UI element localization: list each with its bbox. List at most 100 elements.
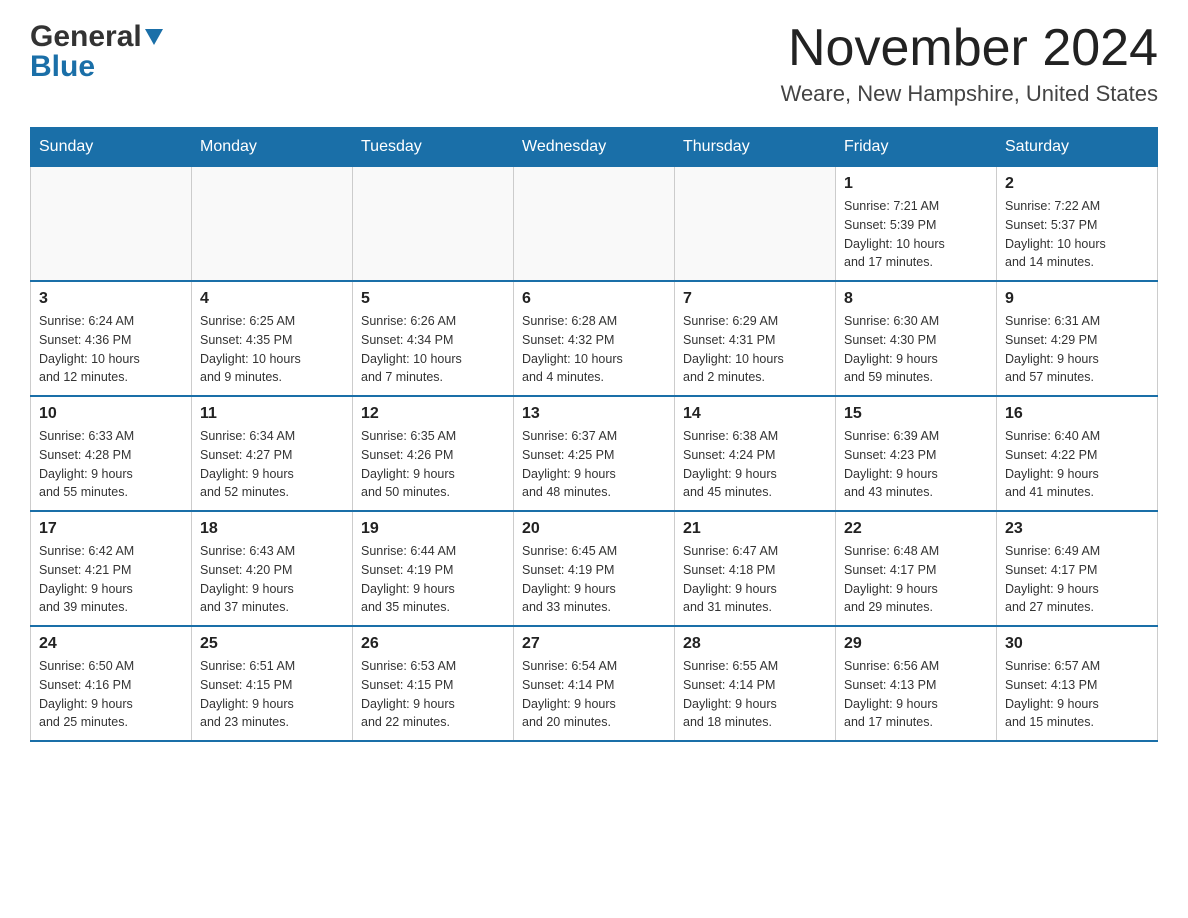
day-number: 24 [39, 635, 183, 653]
calendar-cell: 26 Sunrise: 6:53 AMSunset: 4:15 PMDayligh… [353, 626, 514, 741]
day-of-week-header: Friday [836, 128, 997, 167]
day-number: 27 [522, 635, 666, 653]
day-number: 19 [361, 520, 505, 538]
day-info: Sunrise: 6:45 AMSunset: 4:19 PMDaylight:… [522, 542, 666, 617]
day-of-week-header: Monday [192, 128, 353, 167]
calendar-week-row: 1 Sunrise: 7:21 AMSunset: 5:39 PMDaylight… [31, 167, 1158, 282]
day-info: Sunrise: 6:42 AMSunset: 4:21 PMDaylight:… [39, 542, 183, 617]
calendar-cell: 12 Sunrise: 6:35 AMSunset: 4:26 PMDayligh… [353, 396, 514, 511]
calendar-week-row: 17 Sunrise: 6:42 AMSunset: 4:21 PMDayligh… [31, 511, 1158, 626]
day-number: 26 [361, 635, 505, 653]
logo-triangle-icon [145, 29, 163, 50]
day-info: Sunrise: 6:54 AMSunset: 4:14 PMDaylight:… [522, 657, 666, 732]
calendar-cell [514, 167, 675, 282]
day-number: 15 [844, 405, 988, 423]
day-number: 6 [522, 290, 666, 308]
day-info: Sunrise: 6:49 AMSunset: 4:17 PMDaylight:… [1005, 542, 1149, 617]
calendar-cell: 8Sunrise: 6:30 AMSunset: 4:30 PMDaylight… [836, 281, 997, 396]
day-number: 12 [361, 405, 505, 423]
calendar-cell [192, 167, 353, 282]
day-number: 2 [1005, 175, 1149, 193]
day-number: 18 [200, 520, 344, 538]
calendar-cell: 4 Sunrise: 6:25 AMSunset: 4:35 PMDaylight… [192, 281, 353, 396]
day-number: 16 [1005, 405, 1149, 423]
calendar-cell: 29 Sunrise: 6:56 AMSunset: 4:13 PMDayligh… [836, 626, 997, 741]
day-info: Sunrise: 6:26 AMSunset: 4:34 PMDaylight:… [361, 312, 505, 387]
day-info: Sunrise: 6:56 AMSunset: 4:13 PMDaylight:… [844, 657, 988, 732]
day-info: Sunrise: 6:37 AMSunset: 4:25 PMDaylight:… [522, 427, 666, 502]
calendar-table: SundayMondayTuesdayWednesdayThursdayFrid… [30, 127, 1158, 742]
calendar-header: SundayMondayTuesdayWednesdayThursdayFrid… [31, 128, 1158, 167]
day-number: 17 [39, 520, 183, 538]
calendar-week-row: 24 Sunrise: 6:50 AMSunset: 4:16 PMDayligh… [31, 626, 1158, 741]
day-info: Sunrise: 7:21 AMSunset: 5:39 PMDaylight:… [844, 197, 988, 272]
title-block: November 2024 Weare, New Hampshire, Unit… [781, 20, 1158, 107]
month-year-title: November 2024 [781, 20, 1158, 77]
logo-general-text: General [30, 20, 142, 54]
day-number: 4 [200, 290, 344, 308]
day-info: Sunrise: 6:40 AMSunset: 4:22 PMDaylight:… [1005, 427, 1149, 502]
day-number: 3 [39, 290, 183, 308]
day-number: 21 [683, 520, 827, 538]
day-info: Sunrise: 6:51 AMSunset: 4:15 PMDaylight:… [200, 657, 344, 732]
day-info: Sunrise: 6:30 AMSunset: 4:30 PMDaylight:… [844, 312, 988, 387]
calendar-cell: 16 Sunrise: 6:40 AMSunset: 4:22 PMDayligh… [997, 396, 1158, 511]
day-number: 10 [39, 405, 183, 423]
calendar-cell: 21 Sunrise: 6:47 AMSunset: 4:18 PMDayligh… [675, 511, 836, 626]
day-number: 9 [1005, 290, 1149, 308]
calendar-cell: 15 Sunrise: 6:39 AMSunset: 4:23 PMDayligh… [836, 396, 997, 511]
calendar-cell: 5Sunrise: 6:26 AMSunset: 4:34 PMDaylight… [353, 281, 514, 396]
calendar-cell: 13 Sunrise: 6:37 AMSunset: 4:25 PMDayligh… [514, 396, 675, 511]
day-of-week-header: Saturday [997, 128, 1158, 167]
logo: General Blue [30, 20, 163, 84]
day-info: Sunrise: 6:47 AMSunset: 4:18 PMDaylight:… [683, 542, 827, 617]
day-info: Sunrise: 6:35 AMSunset: 4:26 PMDaylight:… [361, 427, 505, 502]
day-number: 1 [844, 175, 988, 193]
calendar-week-row: 10 Sunrise: 6:33 AMSunset: 4:28 PMDayligh… [31, 396, 1158, 511]
day-number: 11 [200, 405, 344, 423]
calendar-cell: 11 Sunrise: 6:34 AMSunset: 4:27 PMDayligh… [192, 396, 353, 511]
calendar-body: 1 Sunrise: 7:21 AMSunset: 5:39 PMDaylight… [31, 167, 1158, 742]
day-number: 20 [522, 520, 666, 538]
day-info: Sunrise: 6:43 AMSunset: 4:20 PMDaylight:… [200, 542, 344, 617]
day-info: Sunrise: 6:25 AMSunset: 4:35 PMDaylight:… [200, 312, 344, 387]
calendar-cell: 22Sunrise: 6:48 AMSunset: 4:17 PMDayligh… [836, 511, 997, 626]
day-number: 28 [683, 635, 827, 653]
day-info: Sunrise: 6:48 AMSunset: 4:17 PMDaylight:… [844, 542, 988, 617]
day-number: 23 [1005, 520, 1149, 538]
calendar-cell [31, 167, 192, 282]
calendar-cell: 25 Sunrise: 6:51 AMSunset: 4:15 PMDayligh… [192, 626, 353, 741]
calendar-cell: 17 Sunrise: 6:42 AMSunset: 4:21 PMDayligh… [31, 511, 192, 626]
day-info: Sunrise: 6:34 AMSunset: 4:27 PMDaylight:… [200, 427, 344, 502]
day-number: 13 [522, 405, 666, 423]
day-info: Sunrise: 6:29 AMSunset: 4:31 PMDaylight:… [683, 312, 827, 387]
calendar-week-row: 3 Sunrise: 6:24 AMSunset: 4:36 PMDaylight… [31, 281, 1158, 396]
calendar-cell: 28 Sunrise: 6:55 AMSunset: 4:14 PMDayligh… [675, 626, 836, 741]
day-number: 7 [683, 290, 827, 308]
day-info: Sunrise: 7:22 AMSunset: 5:37 PMDaylight:… [1005, 197, 1149, 272]
day-number: 29 [844, 635, 988, 653]
day-info: Sunrise: 6:53 AMSunset: 4:15 PMDaylight:… [361, 657, 505, 732]
day-of-week-header: Sunday [31, 128, 192, 167]
day-info: Sunrise: 6:33 AMSunset: 4:28 PMDaylight:… [39, 427, 183, 502]
day-number: 25 [200, 635, 344, 653]
day-info: Sunrise: 6:55 AMSunset: 4:14 PMDaylight:… [683, 657, 827, 732]
day-number: 14 [683, 405, 827, 423]
day-of-week-header: Tuesday [353, 128, 514, 167]
day-info: Sunrise: 6:50 AMSunset: 4:16 PMDaylight:… [39, 657, 183, 732]
day-number: 30 [1005, 635, 1149, 653]
logo-blue-text: Blue [30, 50, 95, 84]
page-header: General Blue November 2024 Weare, New Ha… [30, 20, 1158, 107]
calendar-cell: 1 Sunrise: 7:21 AMSunset: 5:39 PMDaylight… [836, 167, 997, 282]
calendar-cell: 6Sunrise: 6:28 AMSunset: 4:32 PMDaylight… [514, 281, 675, 396]
day-of-week-header: Wednesday [514, 128, 675, 167]
calendar-cell [353, 167, 514, 282]
day-info: Sunrise: 6:39 AMSunset: 4:23 PMDaylight:… [844, 427, 988, 502]
calendar-cell: 10 Sunrise: 6:33 AMSunset: 4:28 PMDayligh… [31, 396, 192, 511]
calendar-cell: 30Sunrise: 6:57 AMSunset: 4:13 PMDayligh… [997, 626, 1158, 741]
day-info: Sunrise: 6:44 AMSunset: 4:19 PMDaylight:… [361, 542, 505, 617]
calendar-cell: 18 Sunrise: 6:43 AMSunset: 4:20 PMDayligh… [192, 511, 353, 626]
calendar-cell: 27 Sunrise: 6:54 AMSunset: 4:14 PMDayligh… [514, 626, 675, 741]
day-info: Sunrise: 6:24 AMSunset: 4:36 PMDaylight:… [39, 312, 183, 387]
calendar-cell: 20 Sunrise: 6:45 AMSunset: 4:19 PMDayligh… [514, 511, 675, 626]
